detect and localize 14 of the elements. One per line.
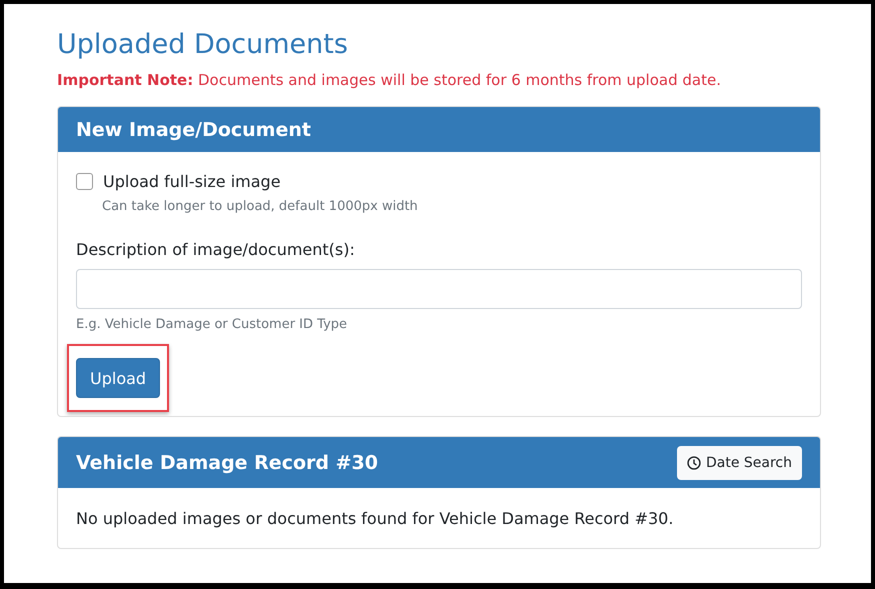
card-title: Vehicle Damage Record #30 [76, 452, 378, 474]
description-field[interactable] [76, 269, 802, 309]
help-text: Can take longer to upload, default 1000px width [102, 199, 419, 214]
date-search-button[interactable]: Date Search [676, 446, 802, 480]
card-title: New Image/Document [76, 118, 311, 140]
empty-message: No uploaded images or documents found for Vehicle Damage Record #30. [76, 509, 674, 528]
checkbox[interactable] [76, 173, 93, 190]
upload-button[interactable]: Upload [76, 358, 160, 398]
page-title: Uploaded Documents [57, 28, 349, 62]
checkbox-label: Upload full-size image [103, 172, 281, 191]
help-text: E.g. Vehicle Damage or Customer ID Type [76, 317, 348, 332]
important-note: Important Note: Documents and images will be stored for 6 months from upload date. [57, 70, 722, 90]
field-label: Description of image/document(s): [76, 240, 356, 259]
clock-icon [686, 456, 701, 470]
